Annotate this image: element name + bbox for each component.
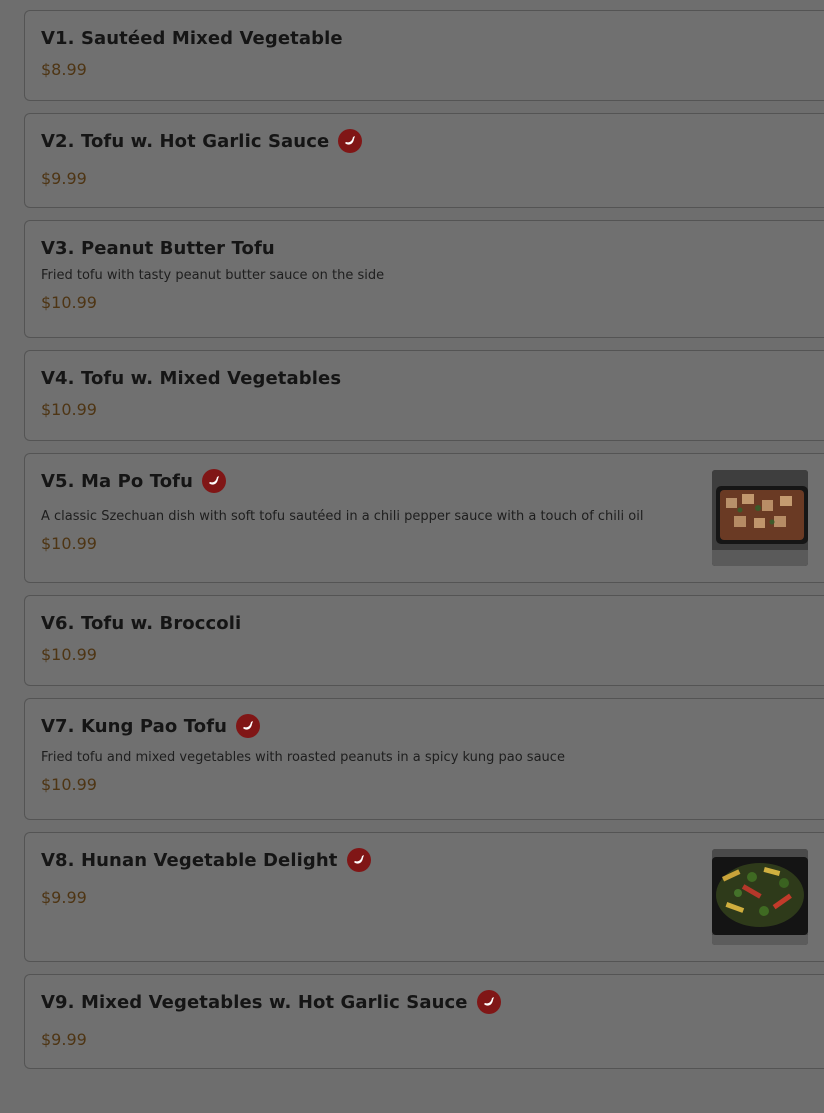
menu-item-card[interactable]: V6. Tofu w. Broccoli $10.99	[24, 595, 824, 686]
item-price: $9.99	[41, 888, 87, 907]
item-title-row: V7. Kung Pao Tofu	[41, 713, 808, 739]
menu-item-card[interactable]: V7. Kung Pao Tofu Fried tofu and mixed v…	[24, 698, 824, 820]
item-name: V3. Peanut Butter Tofu	[41, 237, 275, 259]
spicy-pepper-icon	[346, 848, 371, 872]
menu-item-card[interactable]: V2. Tofu w. Hot Garlic Sauce $9.99	[24, 113, 824, 208]
item-price: $10.99	[41, 293, 97, 312]
dish-photo-ma-po-tofu	[712, 470, 808, 566]
item-name: V1. Sautéed Mixed Vegetable	[41, 27, 343, 49]
item-price: $10.99	[41, 400, 97, 419]
item-title-row: V5. Ma Po Tofu	[41, 468, 808, 494]
item-description: A classic Szechuan dish with soft tofu s…	[41, 509, 644, 524]
spicy-pepper-icon	[202, 469, 227, 493]
item-name: V2. Tofu w. Hot Garlic Sauce	[41, 130, 330, 152]
item-price: $10.99	[41, 775, 97, 794]
menu-item-card[interactable]: V5. Ma Po Tofu A classic Szechuan dish w…	[24, 453, 824, 583]
item-name: V9. Mixed Vegetables w. Hot Garlic Sauce	[41, 991, 468, 1013]
item-price: $8.99	[41, 60, 87, 79]
item-price: $9.99	[41, 1030, 87, 1049]
item-title-row: V3. Peanut Butter Tofu	[41, 235, 808, 261]
item-name: V8. Hunan Vegetable Delight	[41, 849, 338, 871]
item-description: Fried tofu with tasty peanut butter sauc…	[41, 268, 385, 283]
item-title-row: V9. Mixed Vegetables w. Hot Garlic Sauce	[41, 989, 808, 1015]
item-name: V4. Tofu w. Mixed Vegetables	[41, 367, 342, 389]
item-price: $9.99	[41, 169, 87, 188]
item-name: V6. Tofu w. Broccoli	[41, 612, 242, 634]
menu-item-card[interactable]: V8. Hunan Vegetable Delight $9.99	[24, 832, 824, 962]
item-title-row: V2. Tofu w. Hot Garlic Sauce	[41, 128, 808, 154]
dish-photo-hunan-vegetable-delight	[712, 849, 808, 945]
menu-item-card[interactable]: V9. Mixed Vegetables w. Hot Garlic Sauce…	[24, 974, 824, 1069]
menu-item-card[interactable]: V4. Tofu w. Mixed Vegetables $10.99	[24, 350, 824, 441]
item-title-row: V8. Hunan Vegetable Delight	[41, 847, 808, 873]
item-description: Fried tofu and mixed vegetables with roa…	[41, 750, 565, 765]
item-title-row: V4. Tofu w. Mixed Vegetables	[41, 365, 808, 391]
menu-item-list: V1. Sautéed Mixed Vegetable $8.99 V2. To…	[24, 10, 824, 1081]
item-name: V7. Kung Pao Tofu	[41, 715, 228, 737]
item-price: $10.99	[41, 645, 97, 664]
item-title-row: V1. Sautéed Mixed Vegetable	[41, 25, 808, 51]
spicy-pepper-icon	[476, 990, 501, 1014]
spicy-pepper-icon	[236, 714, 261, 738]
menu-item-card[interactable]: V3. Peanut Butter Tofu Fried tofu with t…	[24, 220, 824, 338]
spicy-pepper-icon	[338, 129, 363, 153]
item-name: V5. Ma Po Tofu	[41, 470, 194, 492]
menu-item-card[interactable]: V1. Sautéed Mixed Vegetable $8.99	[24, 10, 824, 101]
item-title-row: V6. Tofu w. Broccoli	[41, 610, 808, 636]
item-price: $10.99	[41, 534, 97, 553]
